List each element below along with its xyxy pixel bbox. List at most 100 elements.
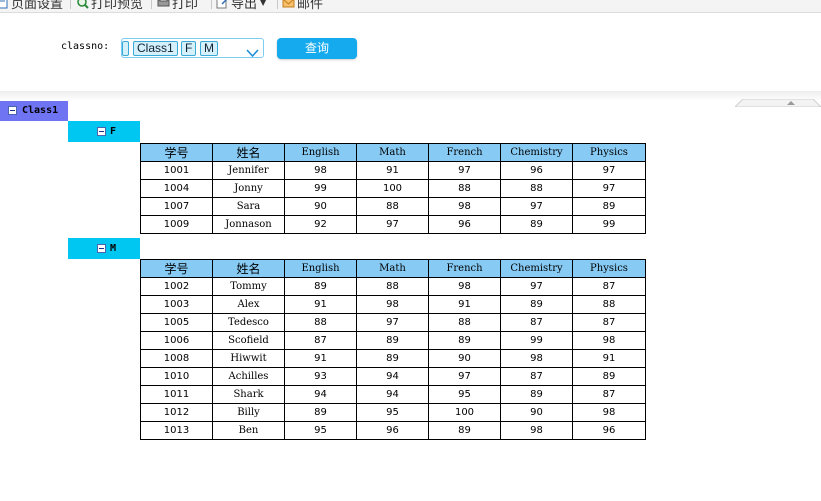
- group-header-class1[interactable]: Class1: [0, 101, 68, 121]
- table-cell: 89: [356, 349, 429, 368]
- table-cell: 98: [284, 161, 357, 180]
- table-cell: 1001: [140, 161, 213, 180]
- table-row: 1005 Tedesco 88 97 88 87 87: [140, 313, 646, 332]
- export-icon: [216, 0, 229, 9]
- column-header: French: [428, 143, 501, 162]
- table-cell: 1003: [140, 295, 213, 314]
- page-setup-label: 页面设置: [11, 0, 64, 12]
- table-cell: 87: [284, 331, 357, 350]
- table-row: 1011 Shark 94 94 95 89 87: [140, 385, 646, 404]
- hidden-tag-fragment: [122, 41, 129, 56]
- table-cell: Shark: [212, 385, 285, 404]
- table-row: 1013 Ben 95 96 89 98 96: [140, 421, 646, 440]
- query-button[interactable]: 查询: [277, 38, 357, 59]
- table-cell: 99: [572, 215, 646, 234]
- collapse-icon[interactable]: [97, 127, 106, 136]
- data-table-m: 学号 姓名 English Math French Chemistry Physics 100…: [140, 259, 646, 440]
- table-cell: 1005: [140, 313, 213, 332]
- toolbar-separator: [211, 0, 212, 9]
- mail-button[interactable]: 邮件: [282, 0, 324, 12]
- table-cell: 89: [500, 295, 573, 314]
- table-cell: 89: [284, 403, 357, 422]
- column-header: Math: [356, 259, 429, 278]
- table-cell: 98: [428, 277, 501, 296]
- chevron-down-icon: ▼: [260, 0, 267, 7]
- table-cell: 96: [356, 421, 429, 440]
- table-cell: Sara: [212, 197, 285, 216]
- collapse-icon[interactable]: [8, 106, 17, 115]
- table-cell: 89: [284, 277, 357, 296]
- toolbar-separator: [70, 0, 71, 9]
- table-cell: 87: [572, 277, 646, 296]
- table-cell: Hiwwit: [212, 349, 285, 368]
- classno-label: classno:: [61, 41, 110, 52]
- table-row: 1007 Sara 90 88 98 97 89: [140, 197, 646, 216]
- table-cell: 88: [356, 197, 429, 216]
- column-header: French: [428, 259, 501, 278]
- chevron-down-icon[interactable]: [246, 43, 259, 58]
- table-cell: 97: [356, 215, 429, 234]
- export-button[interactable]: 导出 ▼: [216, 0, 267, 12]
- table-cell: Jennifer: [212, 161, 285, 180]
- table-cell: 1010: [140, 367, 213, 386]
- table-cell: Jonnason: [212, 215, 285, 234]
- table-cell: 91: [284, 349, 357, 368]
- toolbar-separator: [277, 0, 278, 9]
- table-cell: 89: [572, 367, 646, 386]
- group-header-f[interactable]: F: [68, 121, 140, 142]
- table-cell: 100: [428, 403, 501, 422]
- column-header: 学号: [140, 143, 213, 162]
- column-header: Physics: [572, 143, 646, 162]
- column-header: Chemistry: [500, 143, 573, 162]
- collapse-panel-handle[interactable]: [733, 92, 821, 108]
- column-header: 姓名: [212, 143, 285, 162]
- table-cell: 93: [284, 367, 357, 386]
- group-label: Class1: [22, 105, 59, 116]
- column-header: Physics: [572, 259, 646, 278]
- table-cell: 88: [572, 295, 646, 314]
- table-cell: 96: [500, 161, 573, 180]
- table-cell: 96: [572, 421, 646, 440]
- toolbar-separator: [151, 0, 152, 9]
- table-row: 1004 Jonny 99 100 88 88 97: [140, 179, 646, 198]
- table-row: 1002 Tommy 89 88 98 97 87: [140, 277, 646, 296]
- collapse-icon[interactable]: [97, 244, 106, 253]
- mail-label: 邮件: [297, 0, 324, 12]
- group-header-m[interactable]: M: [68, 238, 140, 259]
- table-cell: Tommy: [212, 277, 285, 296]
- table-cell: 89: [428, 421, 501, 440]
- table-cell: 95: [356, 403, 429, 422]
- table-cell: 87: [500, 313, 573, 332]
- selected-tag-f[interactable]: F: [181, 41, 197, 56]
- table-cell: 87: [572, 385, 646, 404]
- column-header: 学号: [140, 259, 213, 278]
- table-cell: Scofield: [212, 331, 285, 350]
- table-cell: 1011: [140, 385, 213, 404]
- table-cell: 90: [284, 197, 357, 216]
- selected-tag-class1[interactable]: Class1: [133, 41, 178, 56]
- table-cell: 95: [428, 385, 501, 404]
- table-cell: 91: [284, 295, 357, 314]
- table-row: 1003 Alex 91 98 91 89 88: [140, 295, 646, 314]
- table-cell: 90: [500, 403, 573, 422]
- table-cell: 88: [284, 313, 357, 332]
- table-row: 1001 Jennifer 98 91 97 96 97: [140, 161, 646, 180]
- table-cell: 98: [572, 403, 646, 422]
- table-cell: 94: [356, 367, 429, 386]
- table-cell: 88: [428, 179, 501, 198]
- table-row: 1009 Jonnason 92 97 96 89 99: [140, 215, 646, 234]
- table-cell: 1009: [140, 215, 213, 234]
- mail-icon: [282, 0, 295, 9]
- column-header: English: [284, 259, 357, 278]
- page-setup-button[interactable]: 页面设置: [0, 0, 64, 12]
- report-toolbar: 页面设置 打印预览 打印 导出 ▼ 邮件: [0, 0, 821, 13]
- table-cell: 91: [356, 161, 429, 180]
- table-cell: 89: [572, 197, 646, 216]
- classno-multiselect[interactable]: Class1 F M: [121, 38, 264, 58]
- table-cell: 87: [572, 313, 646, 332]
- print-preview-button[interactable]: 打印预览: [76, 0, 143, 12]
- selected-tag-m[interactable]: M: [200, 41, 218, 56]
- table-cell: 98: [500, 421, 573, 440]
- table-header-row: 学号 姓名 English Math French Chemistry Physics: [140, 143, 646, 162]
- print-button[interactable]: 打印: [157, 0, 198, 12]
